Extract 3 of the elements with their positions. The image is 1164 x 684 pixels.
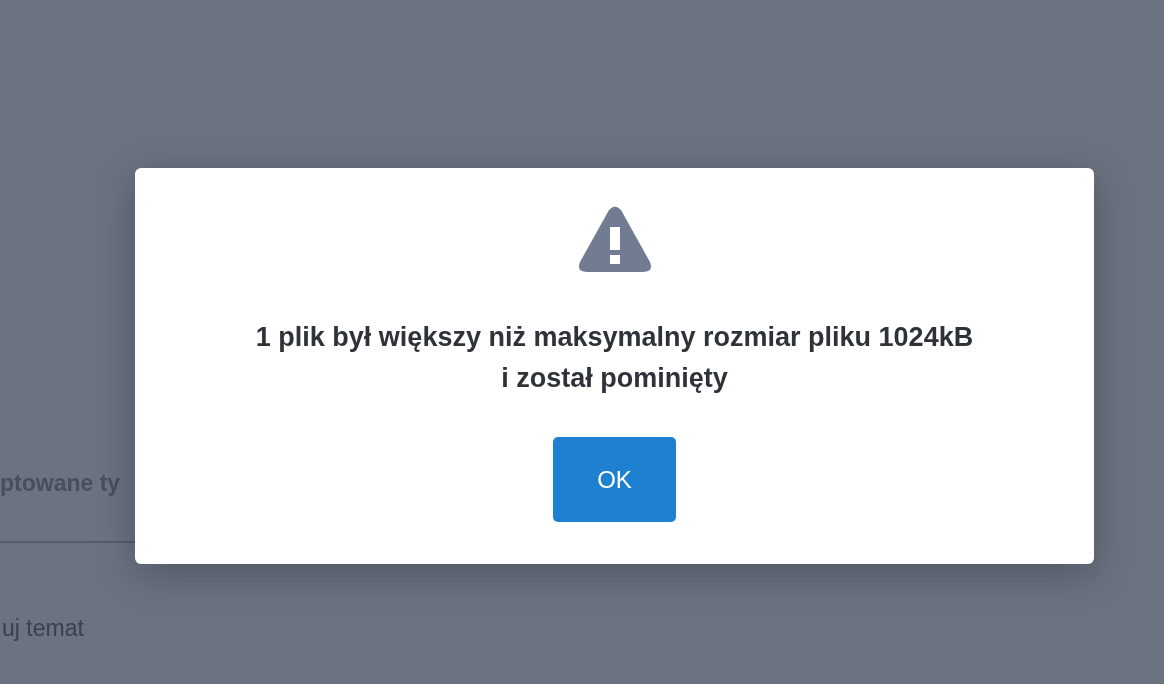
ok-button[interactable]: OK — [553, 437, 676, 522]
warning-icon — [577, 206, 652, 273]
alert-message: 1 plik był większy niż maksymalny rozmiar pliku 1024kB i został pominięty — [255, 321, 974, 395]
